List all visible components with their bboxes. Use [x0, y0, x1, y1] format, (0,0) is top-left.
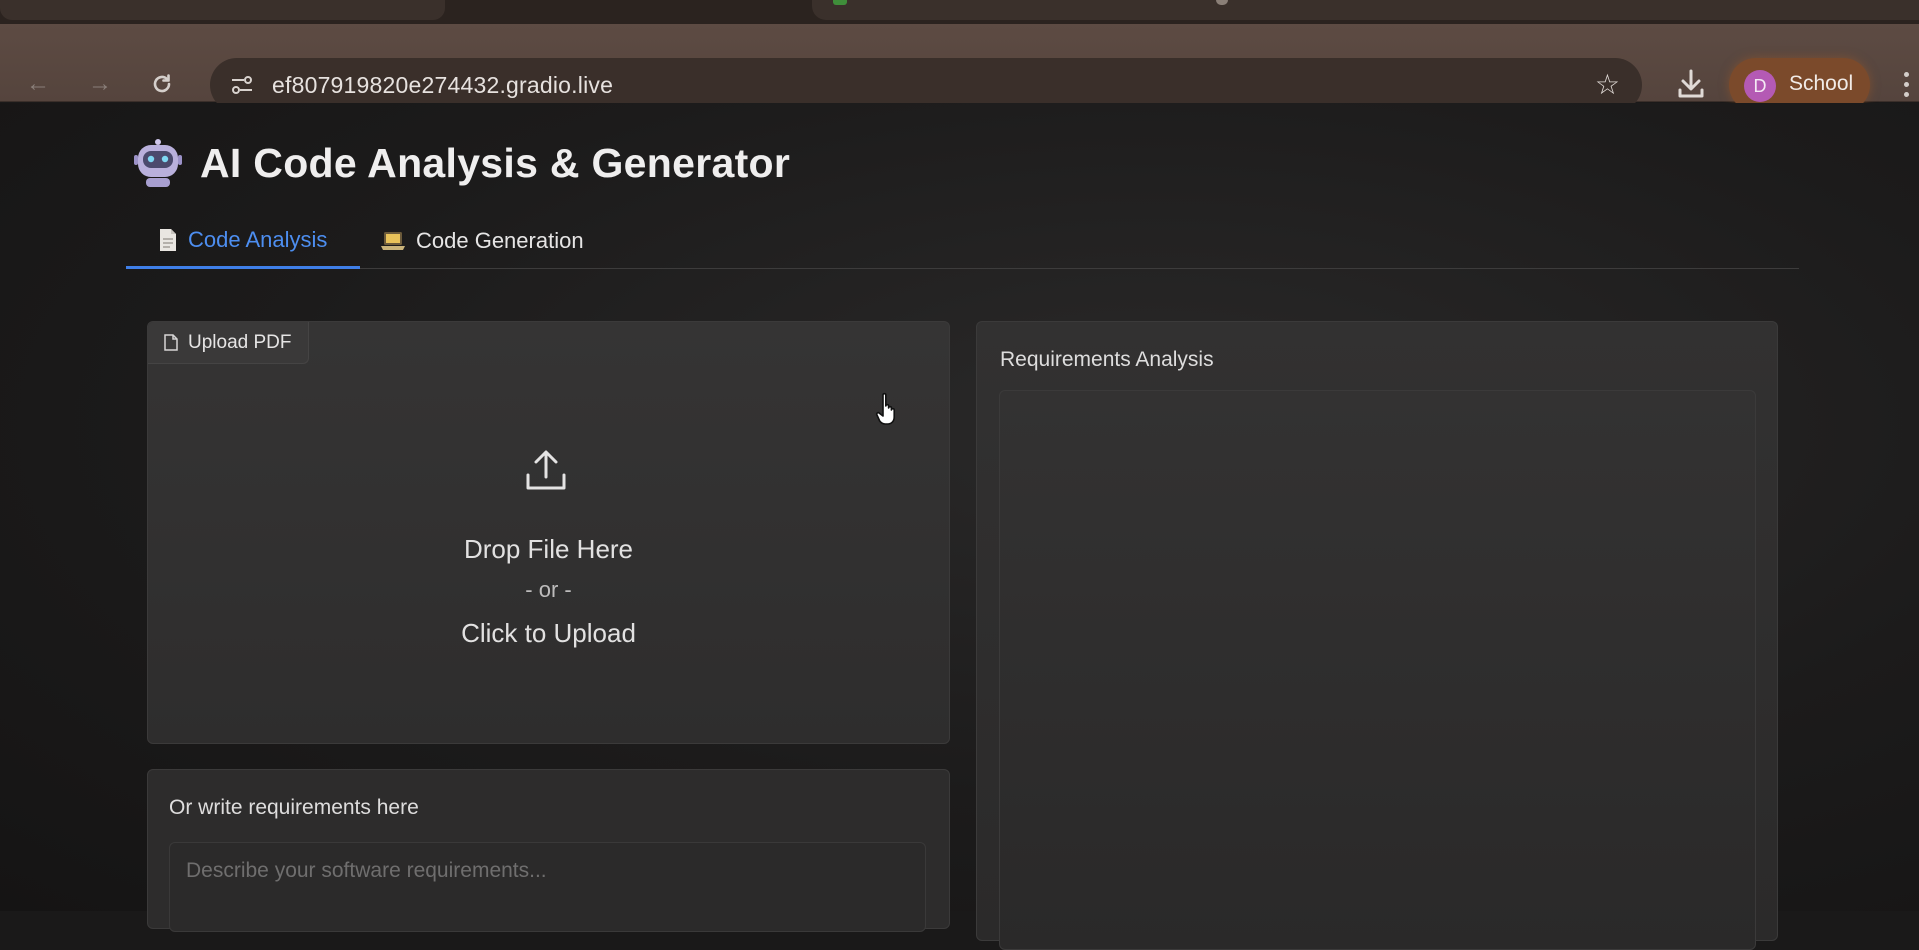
tab-code-generation[interactable]: Code Generation: [360, 213, 616, 269]
laptop-emoji-icon: [381, 232, 405, 250]
app-header: AI Code Analysis & Generator: [134, 138, 790, 188]
browser-tab[interactable]: [0, 0, 445, 20]
analysis-label: Requirements Analysis: [1000, 348, 1214, 371]
download-icon[interactable]: [1676, 68, 1706, 100]
site-settings-icon[interactable]: [230, 73, 254, 97]
forward-icon[interactable]: →: [80, 64, 120, 104]
browser-menu-icon[interactable]: [1904, 72, 1910, 100]
file-drop-zone[interactable]: Drop File Here - or - Click to Upload: [148, 364, 949, 743]
requirements-label: Or write requirements here: [169, 796, 419, 819]
page-title: AI Code Analysis & Generator: [200, 139, 791, 186]
browser-toolbar: ← → ef807919820e274432.gradio.live ☆ D S…: [0, 24, 1919, 112]
robot-icon: [134, 139, 182, 187]
upload-pdf-label: Upload PDF: [148, 322, 309, 364]
avatar: D: [1744, 70, 1776, 102]
hand-cursor-icon: [875, 392, 895, 425]
page-emoji-icon: [160, 228, 176, 251]
requirements-analysis-panel: Requirements Analysis: [976, 321, 1778, 950]
tab-favicon: [833, 0, 847, 5]
browser-tab-active[interactable]: [812, 0, 1919, 20]
profile-name: School: [1789, 72, 1854, 95]
drop-file-text: Drop File Here: [463, 534, 634, 564]
upload-icon: [526, 450, 566, 490]
url-text[interactable]: ef807919820e274432.gradio.live: [272, 72, 613, 99]
tab-bar: Code Analysis Code Generation: [126, 213, 1799, 269]
tab-label: Code Generation: [416, 228, 584, 253]
browser-tab-strip: [0, 0, 1919, 24]
upload-label-text: Upload PDF: [188, 331, 292, 353]
requirements-textarea[interactable]: [169, 842, 926, 932]
analysis-output-box[interactable]: [999, 390, 1756, 950]
bookmark-star-icon[interactable]: ☆: [1595, 68, 1620, 101]
back-icon[interactable]: ←: [18, 64, 58, 104]
page-content: AI Code Analysis & Generator Code Analys…: [0, 103, 1919, 950]
tab-code-analysis[interactable]: Code Analysis: [126, 213, 360, 269]
reload-icon[interactable]: [142, 64, 182, 104]
tab-label: Code Analysis: [188, 226, 328, 252]
requirements-input-panel: Or write requirements here: [147, 769, 950, 932]
upload-pdf-panel: Upload PDF Drop File Here - or - Click t…: [147, 321, 950, 744]
or-separator: - or -: [525, 577, 572, 602]
click-to-upload-text: Click to Upload: [461, 618, 636, 648]
file-icon: [164, 334, 178, 351]
